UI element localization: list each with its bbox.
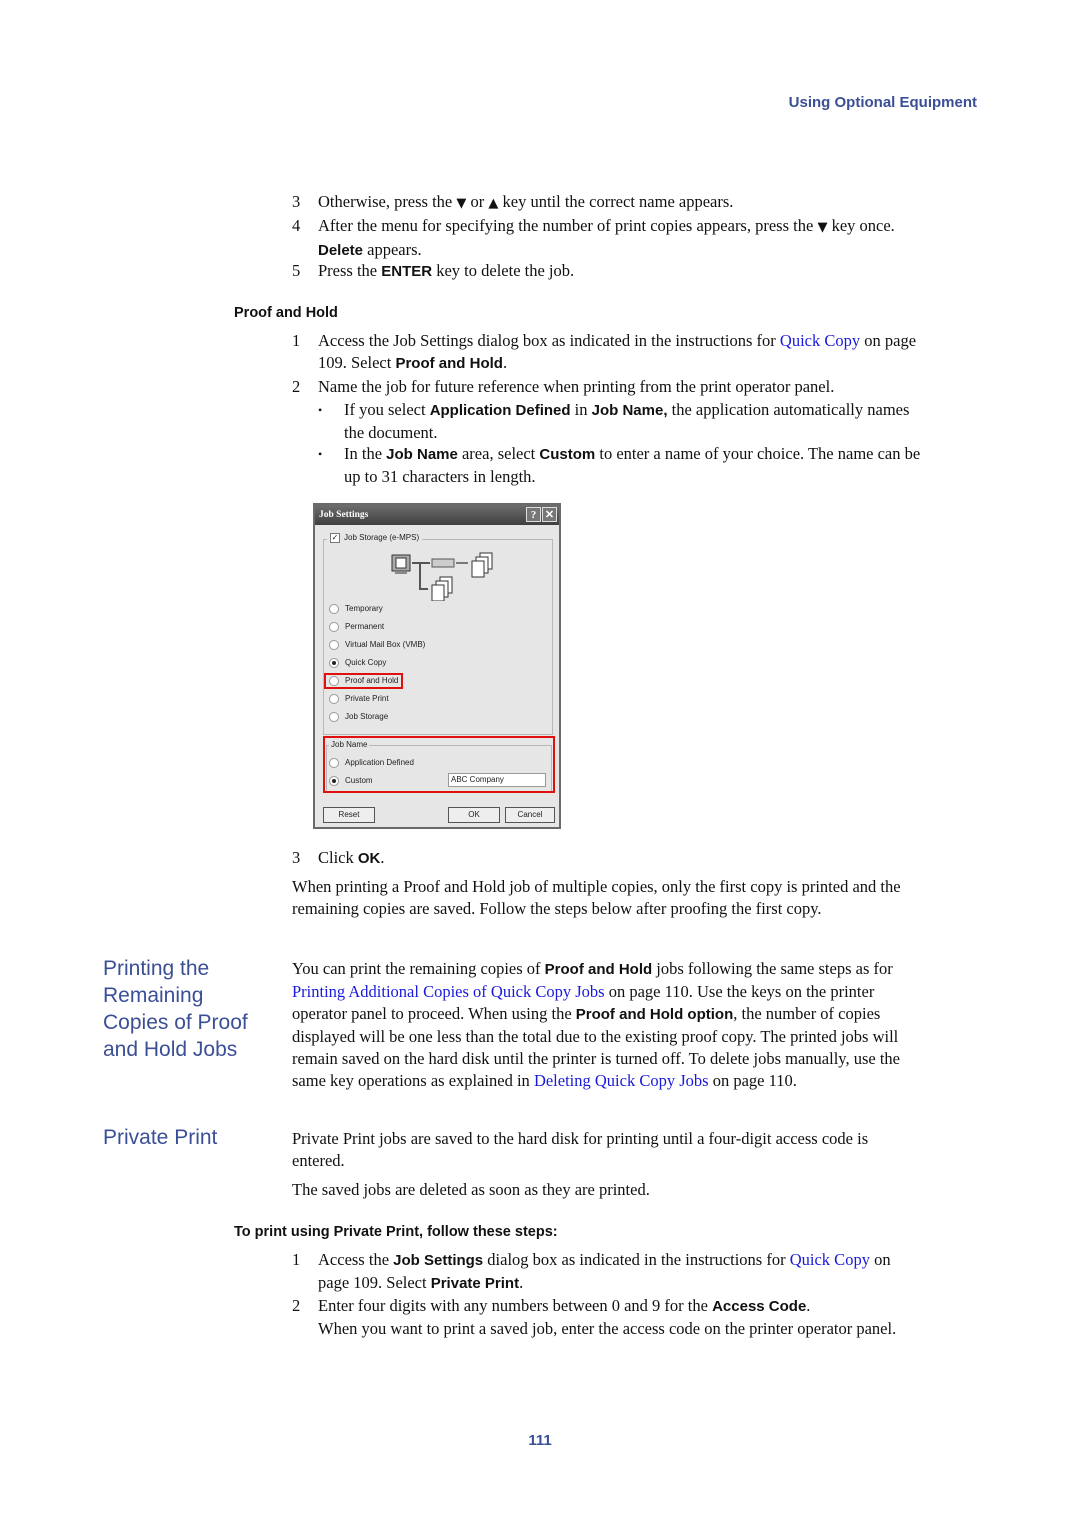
down-arrow-icon: ▼ [456,196,467,211]
job-storage-checkbox[interactable]: ✓ Job Storage (e-MPS) [327,532,423,544]
bullet-icon: • [318,447,323,461]
proof-and-hold-heading: Proof and Hold [234,305,338,321]
dialog-titlebar: Job Settings ? ✕ [315,505,559,525]
hard-disk-icon [431,558,455,568]
proof-step-3: 3 Click OK. [292,848,385,867]
radio-icon [329,639,339,650]
proof-and-hold-highlight [324,673,403,689]
step-5-press-enter: 5 Press the ENTER key to delete the job. [292,261,575,280]
proof-step-2: 2 Name the job for future reference when… [292,377,835,396]
radio-private-print[interactable]: Private Print [329,693,389,705]
private-print-heading: Private Print [103,1126,218,1149]
job-settings-dialog: Job Settings ? ✕ ✓ Job Storage (e-MPS) Te… [313,503,561,829]
down-arrow-icon: ▼ [817,220,828,235]
radio-virtual-mail-box[interactable]: Virtual Mail Box (VMB) [329,639,425,651]
checkmark-icon: ✓ [330,532,340,543]
quick-copy-link[interactable]: Quick Copy [780,331,860,350]
private-print-subheading: To print using Private Print, follow the… [234,1224,558,1240]
proof-and-hold-note: When printing a Proof and Hold job of mu… [292,877,901,918]
radio-icon [329,711,339,722]
bullet-icon: • [318,403,323,417]
radio-icon [329,621,339,632]
ok-button[interactable]: OK [448,807,500,823]
job-storage-diagram [391,552,493,601]
bullet-application-defined: • If you select Application Defined in J… [318,400,910,442]
job-name-highlight [323,736,555,793]
remaining-copies-paragraph: You can print the remaining copies of Pr… [292,959,900,1090]
radio-icon [329,693,339,704]
bullet-custom-name: • In the Job Name area, select Custom to… [318,444,921,486]
reset-button[interactable]: Reset [323,807,375,823]
private-print-intro: Private Print jobs are saved to the hard… [292,1129,869,1170]
dialog-title: Job Settings [319,510,369,520]
step-3-select-name: 3 Otherwise, press the ▼ or ▲ key until … [292,192,734,211]
private-print-deleted-note: The saved jobs are deleted as soon as th… [292,1180,650,1199]
quick-copy-link[interactable]: Quick Copy [790,1250,870,1269]
radio-quick-copy[interactable]: Quick Copy [329,657,386,669]
radio-permanent[interactable]: Permanent [329,621,384,633]
private-step-1: 1 Access the Job Settings dialog box as … [292,1250,891,1292]
radio-selected-icon [329,657,339,668]
page-number: 111 [528,1432,552,1449]
proof-step-1: 1 Access the Job Settings dialog box as … [292,331,917,372]
cancel-button[interactable]: Cancel [505,807,555,823]
printing-additional-copies-link[interactable]: Printing Additional Copies of Quick Copy… [292,982,605,1001]
running-head: Using Optional Equipment [788,94,977,111]
help-button[interactable]: ? [526,507,541,522]
remaining-copies-heading: Printing the Remaining Copies of Proof a… [103,957,248,1061]
close-button[interactable]: ✕ [542,507,557,522]
radio-job-storage[interactable]: Job Storage [329,711,388,723]
private-step-2: 2 Enter four digits with any numbers bet… [292,1296,897,1338]
arrow-icon [412,562,430,590]
radio-icon [329,603,339,614]
radio-temporary[interactable]: Temporary [329,603,383,615]
deleting-quick-copy-link[interactable]: Deleting Quick Copy Jobs [534,1071,709,1090]
up-arrow-icon: ▲ [488,196,499,211]
step-4-copies-menu: 4 After the menu for specifying the numb… [292,216,895,259]
